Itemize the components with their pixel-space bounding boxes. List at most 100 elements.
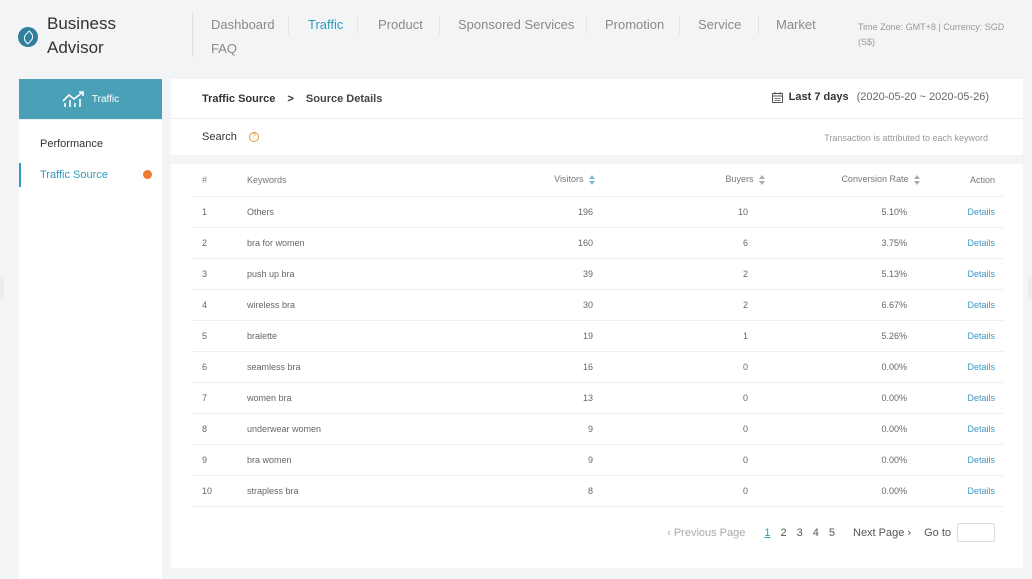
row-number: 2 (192, 227, 225, 259)
row-buyers: 1 (605, 320, 775, 352)
panel-divider (171, 118, 1023, 119)
nav-tab-traffic[interactable]: Traffic (308, 17, 343, 32)
details-link[interactable]: Details (967, 269, 995, 279)
row-conversion-rate: 5.10% (775, 196, 940, 228)
sort-icon (589, 175, 595, 186)
nav-divider (357, 16, 358, 34)
page-4-button[interactable]: 4 (813, 527, 819, 539)
column-header-keywords: Keywords (225, 164, 425, 197)
sidebar-header-label: Traffic (91, 93, 120, 105)
row-conversion-rate: 3.75% (775, 227, 940, 259)
details-link[interactable]: Details (967, 331, 995, 341)
row-visitors: 19 (425, 320, 605, 352)
table-row: 5 bralette 19 1 5.26% Details (192, 320, 1003, 352)
table-row: 8 underwear women 9 0 0.00% Details (192, 413, 1003, 445)
row-conversion-rate: 5.26% (775, 320, 940, 352)
column-header-conversion-rate[interactable]: Conversion Rate (775, 164, 940, 197)
page-1-button[interactable]: 1 (764, 527, 770, 539)
table-row: 4 wireless bra 30 2 6.67% Details (192, 289, 1003, 321)
row-conversion-rate: 0.00% (775, 475, 940, 507)
row-keyword: bra women (225, 444, 425, 476)
row-keyword: underwear women (225, 413, 425, 445)
date-range-picker[interactable]: Last 7 days (2020-05-20 ~ 2020-05-26) (771, 91, 989, 103)
sidebar: Traffic Performance Traffic Source (19, 79, 162, 579)
nav-divider (758, 16, 759, 34)
page-5-button[interactable]: 5 (829, 527, 835, 539)
row-buyers: 0 (605, 382, 775, 414)
column-header-label: Buyers (725, 174, 754, 185)
nav-divider (586, 16, 587, 34)
row-buyers: 0 (605, 444, 775, 476)
row-conversion-rate: 5.13% (775, 258, 940, 290)
row-number: 7 (192, 382, 225, 414)
app-title-line1: Business (47, 14, 116, 33)
row-keyword: push up bra (225, 258, 425, 290)
details-link[interactable]: Details (967, 300, 995, 310)
row-conversion-rate: 0.00% (775, 413, 940, 445)
nav-divider (679, 16, 680, 34)
row-number: 6 (192, 351, 225, 383)
details-link[interactable]: Details (967, 362, 995, 372)
nav-tab-product[interactable]: Product (378, 17, 423, 32)
sidebar-item-performance[interactable]: Performance (19, 132, 162, 156)
row-visitors: 39 (425, 258, 605, 290)
row-buyers: 2 (605, 289, 775, 321)
page-2-button[interactable]: 2 (781, 527, 787, 539)
notification-dot (143, 170, 152, 179)
row-conversion-rate: 6.67% (775, 289, 940, 321)
table-row: 10 strapless bra 8 0 0.00% Details (192, 475, 1003, 507)
row-number: 10 (192, 475, 225, 507)
sidebar-item-traffic-source[interactable]: Traffic Source (19, 163, 162, 187)
page-3-button[interactable]: 3 (797, 527, 803, 539)
row-number: 4 (192, 289, 225, 321)
nav-tab-market[interactable]: Market (776, 17, 816, 32)
nav-tab-sponsored-services[interactable]: Sponsored Services (458, 17, 574, 32)
table-row: 2 bra for women 160 6 3.75% Details (192, 227, 1003, 259)
column-header-number: # (192, 164, 225, 197)
details-link[interactable]: Details (967, 393, 995, 403)
row-number: 9 (192, 444, 225, 476)
sidebar-item-label: Performance (40, 138, 103, 150)
row-buyers: 0 (605, 475, 775, 507)
date-range-label: Last 7 days (788, 91, 849, 103)
sort-icon (759, 175, 765, 186)
row-keyword: women bra (225, 382, 425, 414)
app-title-line2: Advisor (47, 38, 104, 57)
sidebar-item-label: Traffic Source (40, 169, 108, 181)
scroll-left-handle[interactable] (0, 276, 4, 300)
details-link[interactable]: Details (967, 424, 995, 434)
next-page-button[interactable]: Next Page › (853, 527, 911, 539)
scroll-right-handle[interactable] (1028, 276, 1032, 300)
keywords-table-panel: # Keywords Visitors Buyers Conversion Ra… (171, 164, 1023, 568)
details-link[interactable]: Details (967, 455, 995, 465)
nav-divider (439, 16, 440, 34)
breadcrumb-root[interactable]: Traffic Source (202, 93, 275, 105)
row-keyword: strapless bra (225, 475, 425, 507)
help-icon[interactable]: ? (249, 132, 259, 142)
nav-tab-promotion[interactable]: Promotion (605, 17, 664, 32)
nav-tab-dashboard[interactable]: Dashboard (211, 17, 275, 32)
app-logo[interactable]: Business Advisor (18, 12, 116, 60)
column-header-buyers[interactable]: Buyers (605, 164, 775, 197)
previous-page-button[interactable]: ‹ Previous Page (667, 527, 745, 539)
row-buyers: 0 (605, 351, 775, 383)
sidebar-divider (19, 119, 162, 120)
column-header-visitors[interactable]: Visitors (425, 164, 605, 197)
breadcrumb: Traffic Source > Source Details (202, 93, 382, 105)
nav-divider (288, 16, 289, 34)
row-visitors: 9 (425, 444, 605, 476)
header-divider (192, 13, 193, 57)
row-number: 1 (192, 196, 225, 228)
details-link[interactable]: Details (967, 207, 995, 217)
nav-tab-faq[interactable]: FAQ (211, 41, 237, 56)
sidebar-header-traffic[interactable]: Traffic (19, 79, 162, 119)
keywords-table: # Keywords Visitors Buyers Conversion Ra… (192, 164, 1003, 507)
nav-tab-service[interactable]: Service (698, 17, 741, 32)
details-link[interactable]: Details (967, 486, 995, 496)
details-link[interactable]: Details (967, 238, 995, 248)
row-buyers: 10 (605, 196, 775, 228)
sort-icon (914, 175, 920, 186)
header-panel: Traffic Source > Source Details Last 7 d… (171, 79, 1023, 155)
go-to-page-input[interactable] (957, 523, 995, 542)
calendar-icon (771, 91, 783, 103)
